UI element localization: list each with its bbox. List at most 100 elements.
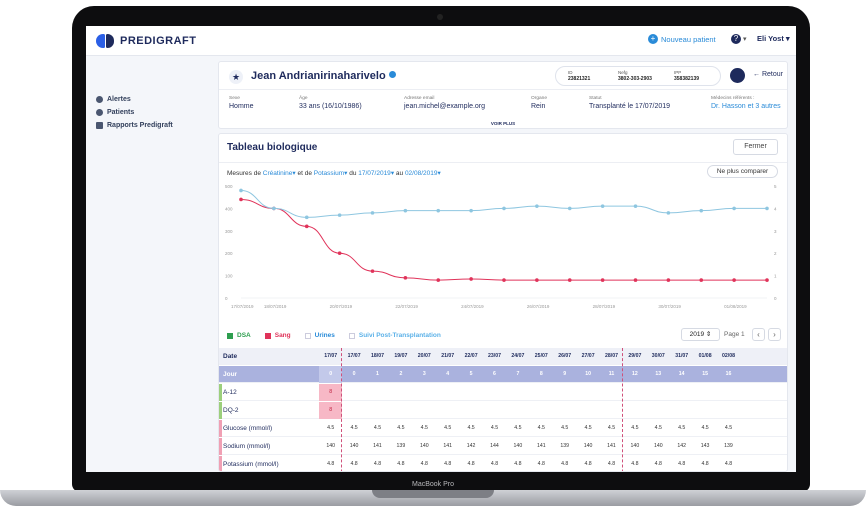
compare-toggle-button[interactable]: Ne plus comparer bbox=[707, 165, 778, 178]
table-cell[interactable]: 11 bbox=[600, 366, 623, 383]
table-cell[interactable]: 4.8 bbox=[389, 456, 412, 471]
table-cell[interactable]: 141 bbox=[366, 438, 389, 455]
table-cell[interactable]: 7 bbox=[506, 366, 529, 383]
documents-icon[interactable] bbox=[730, 68, 745, 83]
next-page-button[interactable]: › bbox=[768, 328, 781, 341]
table-cell[interactable] bbox=[459, 402, 482, 419]
table-cell[interactable]: 4.8 bbox=[623, 456, 646, 471]
new-patient-button[interactable]: + Nouveau patient bbox=[648, 34, 716, 44]
table-cell[interactable]: 4.8 bbox=[717, 456, 740, 471]
measure2-select[interactable]: Potassium▾ bbox=[314, 170, 348, 177]
table-cell[interactable]: 140 bbox=[413, 438, 436, 455]
table-cell[interactable]: 3 bbox=[413, 366, 436, 383]
table-cell[interactable]: 4.8 bbox=[553, 456, 576, 471]
table-cell[interactable]: 10 bbox=[576, 366, 599, 383]
table-cell[interactable]: 4.8 bbox=[413, 456, 436, 471]
table-cell[interactable]: 23/07 bbox=[483, 348, 506, 365]
table-cell[interactable]: 31/07 bbox=[670, 348, 693, 365]
table-cell[interactable] bbox=[413, 402, 436, 419]
table-cell[interactable]: 4.5 bbox=[413, 420, 436, 437]
table-cell[interactable]: 140 bbox=[342, 438, 365, 455]
table-cell[interactable]: 21/07 bbox=[436, 348, 459, 365]
sidebar-item-rapports[interactable]: Rapports Predigraft bbox=[96, 122, 173, 129]
table-cell[interactable]: 26/07 bbox=[553, 348, 576, 365]
table-cell[interactable]: 139 bbox=[389, 438, 412, 455]
table-cell[interactable]: 4.5 bbox=[459, 420, 482, 437]
table-cell[interactable]: 4.5 bbox=[483, 420, 506, 437]
table-cell[interactable]: 4.5 bbox=[342, 420, 365, 437]
table-cell[interactable]: 30/07 bbox=[647, 348, 670, 365]
table-cell[interactable]: 4.5 bbox=[319, 420, 342, 437]
table-cell[interactable] bbox=[623, 402, 646, 419]
table-cell[interactable]: 4.5 bbox=[576, 420, 599, 437]
table-cell[interactable] bbox=[600, 384, 623, 401]
year-select[interactable]: 2019 ⇕ bbox=[681, 328, 720, 341]
table-cell[interactable] bbox=[576, 402, 599, 419]
table-cell[interactable]: 25/07 bbox=[530, 348, 553, 365]
table-cell[interactable]: 139 bbox=[717, 438, 740, 455]
table-cell[interactable] bbox=[506, 402, 529, 419]
table-cell[interactable] bbox=[436, 384, 459, 401]
table-cell[interactable]: 4.8 bbox=[693, 456, 716, 471]
table-cell[interactable]: 4.5 bbox=[717, 420, 740, 437]
table-cell[interactable]: 14 bbox=[670, 366, 693, 383]
table-cell[interactable] bbox=[717, 402, 740, 419]
table-cell[interactable]: 4.5 bbox=[366, 420, 389, 437]
table-cell[interactable]: 16 bbox=[717, 366, 740, 383]
table-cell[interactable] bbox=[506, 384, 529, 401]
table-cell[interactable]: 8 bbox=[530, 366, 553, 383]
table-cell[interactable]: 5 bbox=[459, 366, 482, 383]
table-cell[interactable] bbox=[366, 402, 389, 419]
table-cell[interactable]: 28/07 bbox=[600, 348, 623, 365]
table-cell[interactable] bbox=[670, 384, 693, 401]
table-cell[interactable]: 02/08 bbox=[717, 348, 740, 365]
table-cell[interactable]: 27/07 bbox=[576, 348, 599, 365]
sidebar-item-alertes[interactable]: Alertes bbox=[96, 96, 131, 103]
table-cell[interactable]: 4.8 bbox=[342, 456, 365, 471]
table-cell[interactable]: 4.8 bbox=[647, 456, 670, 471]
table-cell[interactable] bbox=[553, 384, 576, 401]
help-menu[interactable]: ? ▾ bbox=[731, 34, 747, 44]
table-cell[interactable]: 142 bbox=[670, 438, 693, 455]
table-cell[interactable]: 01/08 bbox=[693, 348, 716, 365]
table-cell[interactable] bbox=[717, 384, 740, 401]
table-cell[interactable]: 0 bbox=[342, 366, 365, 383]
table-cell[interactable] bbox=[342, 384, 365, 401]
table-cell[interactable]: 4.8 bbox=[506, 456, 529, 471]
table-cell[interactable]: 143 bbox=[693, 438, 716, 455]
table-cell[interactable] bbox=[576, 384, 599, 401]
table-cell[interactable]: 18/07 bbox=[366, 348, 389, 365]
table-cell[interactable]: 4.5 bbox=[530, 420, 553, 437]
back-button[interactable]: ← Retour bbox=[753, 71, 783, 78]
table-cell[interactable] bbox=[389, 402, 412, 419]
legend-urines[interactable]: Urines bbox=[304, 332, 335, 339]
table-cell[interactable]: 4.8 bbox=[576, 456, 599, 471]
table-cell[interactable] bbox=[693, 402, 716, 419]
star-icon[interactable]: ★ bbox=[229, 70, 243, 84]
table-cell[interactable]: 4.8 bbox=[530, 456, 553, 471]
table-cell[interactable] bbox=[459, 384, 482, 401]
table-cell[interactable]: 6 bbox=[483, 366, 506, 383]
sidebar-item-patients[interactable]: Patients bbox=[96, 109, 134, 116]
table-cell[interactable]: 8 bbox=[319, 402, 343, 419]
table-cell[interactable] bbox=[436, 402, 459, 419]
table-cell[interactable]: 0 bbox=[319, 366, 343, 383]
table-cell[interactable]: 4.8 bbox=[670, 456, 693, 471]
table-cell[interactable] bbox=[647, 402, 670, 419]
table-cell[interactable]: 19/07 bbox=[389, 348, 412, 365]
legend-suivi[interactable]: Suivi Post-Transplantation bbox=[348, 332, 441, 339]
table-cell[interactable]: 4.8 bbox=[600, 456, 623, 471]
table-cell[interactable]: 17/07 bbox=[342, 348, 365, 365]
table-cell[interactable]: 22/07 bbox=[459, 348, 482, 365]
legend-dsa[interactable]: DSA bbox=[227, 332, 251, 339]
table-cell[interactable]: 141 bbox=[600, 438, 623, 455]
table-cell[interactable] bbox=[600, 402, 623, 419]
table-cell[interactable] bbox=[553, 402, 576, 419]
app-logo[interactable]: PREDIGRAFT bbox=[96, 32, 197, 50]
table-cell[interactable]: 144 bbox=[483, 438, 506, 455]
table-cell[interactable]: 20/07 bbox=[413, 348, 436, 365]
table-cell[interactable]: 8 bbox=[319, 384, 343, 401]
table-cell[interactable] bbox=[413, 384, 436, 401]
table-cell[interactable]: 4 bbox=[436, 366, 459, 383]
date-from-select[interactable]: 17/07/2019▾ bbox=[358, 170, 394, 177]
